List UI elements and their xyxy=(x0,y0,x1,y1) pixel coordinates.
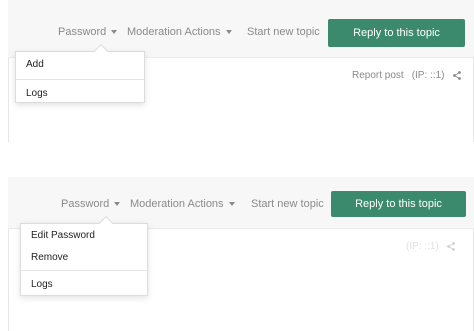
menu-divider xyxy=(16,79,144,80)
moderation-actions-menu[interactable]: Moderation Actions xyxy=(127,26,232,38)
password-menu-toggle[interactable]: Password xyxy=(61,198,121,210)
password-dropdown: Edit Password Remove Logs xyxy=(20,215,148,296)
post-meta: Report post (IP: ::1) xyxy=(352,70,461,81)
caret-down-icon xyxy=(111,30,118,34)
menu-item-logs[interactable]: Logs xyxy=(16,84,144,102)
caret-down-icon xyxy=(225,30,232,34)
topic-panel-top: Password Moderation Actions Start new to… xyxy=(8,0,474,142)
password-dropdown: Add Logs xyxy=(15,43,145,103)
moderation-actions-label: Moderation Actions xyxy=(130,198,224,210)
menu-item-remove[interactable]: Remove xyxy=(21,246,147,268)
caret-down-icon xyxy=(114,202,121,206)
password-menu-label: Password xyxy=(61,198,110,210)
reply-to-topic-button[interactable]: Reply to this topic xyxy=(328,19,465,47)
ip-address: (IP: ::1) xyxy=(406,241,439,252)
post-meta: (IP: ::1) xyxy=(406,241,455,252)
moderation-actions-menu[interactable]: Moderation Actions xyxy=(130,198,235,210)
ip-address: (IP: ::1) xyxy=(411,70,445,81)
moderation-actions-label: Moderation Actions xyxy=(127,26,221,38)
menu-item-add[interactable]: Add xyxy=(16,53,144,75)
share-icon[interactable] xyxy=(446,242,455,251)
menu-item-logs[interactable]: Logs xyxy=(21,274,147,294)
start-new-topic-link[interactable]: Start new topic xyxy=(247,26,320,38)
menu-item-edit-password[interactable]: Edit Password xyxy=(21,225,147,246)
password-menu-toggle[interactable]: Password xyxy=(58,26,118,38)
start-new-topic-link[interactable]: Start new topic xyxy=(251,198,324,210)
menu-divider xyxy=(21,270,147,271)
topic-panel-bottom: Password Moderation Actions Start new to… xyxy=(8,177,474,331)
report-post-link[interactable]: Report post xyxy=(352,70,404,81)
share-icon[interactable] xyxy=(452,71,461,80)
password-menu-label: Password xyxy=(58,26,107,38)
reply-to-topic-button[interactable]: Reply to this topic xyxy=(331,191,466,217)
caret-down-icon xyxy=(228,202,235,206)
